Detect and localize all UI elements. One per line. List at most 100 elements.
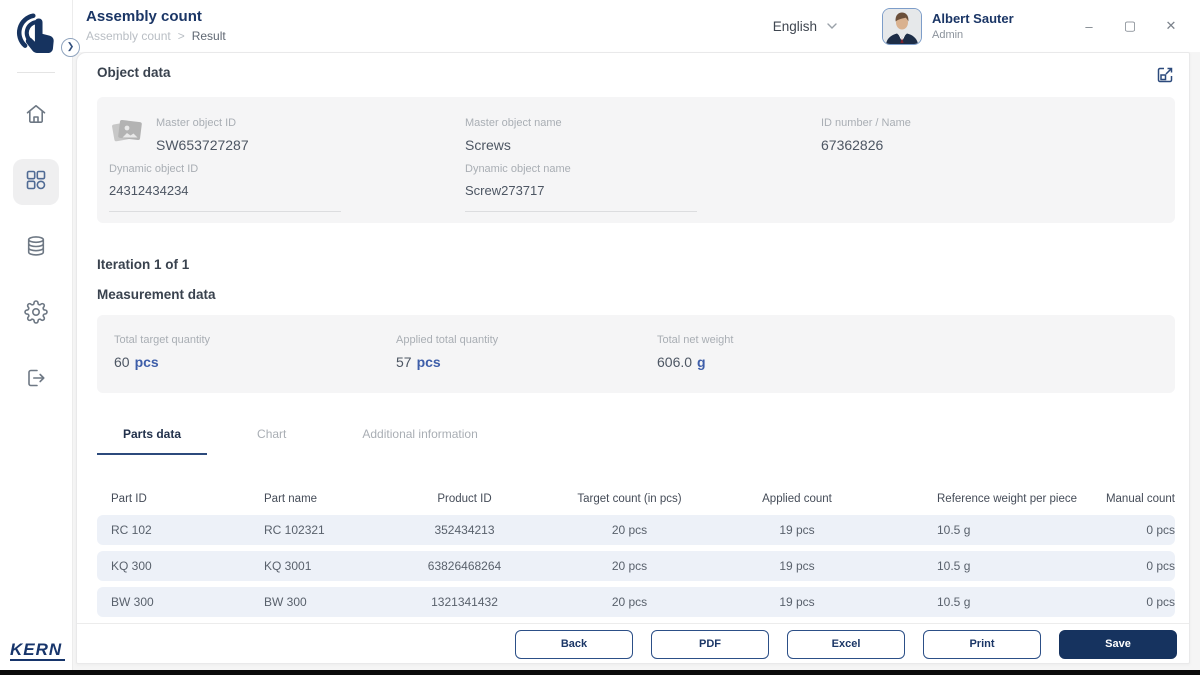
metric-unit: pcs (417, 354, 441, 370)
table-cell: 0 pcs (1097, 559, 1177, 573)
table-cell: 19 pcs (712, 523, 882, 537)
print-button[interactable]: Print (923, 630, 1041, 659)
sidebar-item-settings[interactable] (13, 291, 59, 337)
table-cell: KQ 3001 (262, 559, 382, 573)
table-body: RC 102RC 10232135243421320 pcs19 pcs10.5… (97, 515, 1175, 617)
metric: Total target quantity 60pcs (114, 334, 210, 370)
database-icon (24, 234, 48, 263)
metric-value: 60pcs (114, 354, 210, 370)
tab-chart[interactable]: Chart (231, 427, 312, 455)
save-button[interactable]: Save (1059, 630, 1177, 659)
metric-label: Total target quantity (114, 334, 210, 346)
dynamic-object-name-input[interactable]: Dynamic object name Screw273717 (465, 163, 697, 212)
language-label: English (773, 19, 817, 34)
table-cell: 1321341432 (382, 595, 547, 609)
field-value: Screw273717 (465, 183, 697, 198)
user-role: Admin (932, 29, 1024, 41)
column-header: Reference weight per piece (882, 493, 1097, 505)
window-bottom-edge (0, 670, 1200, 675)
metric-label: Applied total quantity (396, 334, 498, 346)
tab-parts-data[interactable]: Parts data (97, 427, 207, 455)
metric-value: 606.0g (657, 354, 733, 370)
table-cell: 19 pcs (712, 559, 882, 573)
field-label: Dynamic object ID (109, 163, 341, 175)
field-label: Master object ID (156, 117, 249, 129)
table-cell: 20 pcs (547, 595, 712, 609)
id-number-field: ID number / Name 67362826 (821, 117, 911, 153)
metric-unit: g (697, 354, 706, 370)
tab-additional-information[interactable]: Additional information (336, 427, 503, 455)
apps-grid-icon (24, 168, 48, 197)
sidebar-item-database[interactable] (13, 225, 59, 271)
table-row[interactable]: BW 300BW 300132134143220 pcs19 pcs10.5 g… (97, 587, 1175, 617)
tab-bar: Parts data Chart Additional information (97, 427, 1189, 455)
dynamic-object-id-input[interactable]: Dynamic object ID 24312434234 (109, 163, 341, 212)
card-head: Object data (77, 53, 1189, 85)
table-row[interactable]: RC 102RC 10232135243421320 pcs19 pcs10.5… (97, 515, 1175, 545)
parts-table: Part IDPart nameProduct IDTarget count (… (97, 493, 1175, 623)
table-cell: KQ 300 (97, 559, 262, 573)
metric-label: Total net weight (657, 334, 733, 346)
result-panel: Object data Master object ID SW653727287… (76, 52, 1190, 664)
app-logo-touch-hand-icon (7, 4, 65, 62)
field-label: ID number / Name (821, 117, 911, 129)
sidebar-divider (17, 72, 55, 73)
table-cell: 10.5 g (882, 523, 1097, 537)
sidebar-item-home[interactable] (13, 93, 59, 139)
field-label: Dynamic object name (465, 163, 697, 175)
table-cell: BW 300 (97, 595, 262, 609)
excel-button[interactable]: Excel (787, 630, 905, 659)
table-cell: RC 102321 (262, 523, 382, 537)
breadcrumb-current: Result (192, 29, 226, 43)
field-value: Screws (465, 137, 562, 153)
breadcrumb: Assembly count>Result (86, 29, 226, 43)
table-header-row: Part IDPart nameProduct IDTarget count (… (97, 493, 1175, 505)
chevron-down-icon (826, 20, 838, 32)
table-cell: 0 pcs (1097, 523, 1177, 537)
table-cell: RC 102 (97, 523, 262, 537)
column-header: Part ID (97, 493, 262, 505)
table-cell: 0 pcs (1097, 595, 1177, 609)
header-right: English Albert Sauter Admin – ▢ ✕ (773, 8, 1178, 45)
metric-unit: pcs (135, 354, 159, 370)
window-controls: – ▢ ✕ (1082, 18, 1178, 34)
table-cell: 19 pcs (712, 595, 882, 609)
logout-icon (24, 366, 48, 395)
table-row[interactable]: KQ 300KQ 30016382646826420 pcs19 pcs10.5… (97, 551, 1175, 581)
expand-icon[interactable] (1155, 65, 1175, 85)
title-block: Assembly count Assembly count>Result (86, 9, 226, 44)
measurement-data-title: Measurement data (97, 287, 1169, 302)
back-button[interactable]: Back (515, 630, 633, 659)
image-placeholder-icon (109, 115, 145, 147)
pdf-button[interactable]: PDF (651, 630, 769, 659)
column-header: Applied count (712, 493, 882, 505)
table-cell: 352434213 (382, 523, 547, 537)
user-menu[interactable]: Albert Sauter Admin (882, 8, 1024, 45)
column-header: Product ID (382, 493, 547, 505)
header: Assembly count Assembly count>Result Eng… (72, 0, 1200, 52)
minimize-button[interactable]: – (1082, 19, 1096, 34)
column-header: Part name (262, 493, 382, 505)
table-cell: BW 300 (262, 595, 382, 609)
table-cell: 63826468264 (382, 559, 547, 573)
measurement-panel: Total target quantity 60pcs Applied total… (97, 315, 1175, 393)
master-object-name-field: Master object name Screws (465, 117, 562, 153)
breadcrumb-parent[interactable]: Assembly count (86, 29, 171, 43)
sidebar-item-logout[interactable] (13, 357, 59, 403)
kern-brand-logo: KERN (10, 641, 65, 661)
table-cell: 20 pcs (547, 559, 712, 573)
field-value: SW653727287 (156, 137, 249, 153)
field-value: 24312434234 (109, 183, 341, 198)
close-button[interactable]: ✕ (1164, 18, 1178, 34)
field-value: 67362826 (821, 137, 911, 153)
home-icon (24, 102, 48, 131)
object-data-title: Object data (97, 65, 171, 80)
iteration-title: Iteration 1 of 1 (97, 257, 1169, 272)
maximize-button[interactable]: ▢ (1123, 18, 1137, 34)
metric: Total net weight 606.0g (657, 334, 733, 370)
sidebar-expand-chevron-icon[interactable]: ❯ (61, 38, 80, 57)
sidebar-item-functions[interactable] (13, 159, 59, 205)
field-label: Master object name (465, 117, 562, 129)
object-data-panel: Master object ID SW653727287 Master obje… (97, 97, 1175, 223)
language-selector[interactable]: English (773, 19, 838, 34)
